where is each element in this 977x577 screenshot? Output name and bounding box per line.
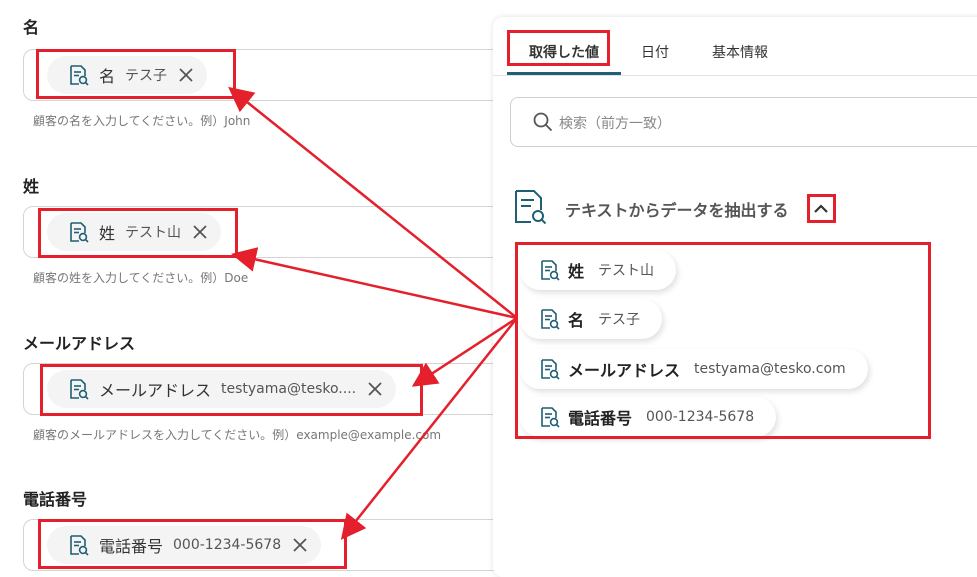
annotation-arrows [228,86,518,540]
arrow-to-first-name [228,86,518,319]
arrow-to-email [411,316,518,387]
arrow-to-last-name [231,247,518,320]
arrow-to-phone [340,317,518,540]
